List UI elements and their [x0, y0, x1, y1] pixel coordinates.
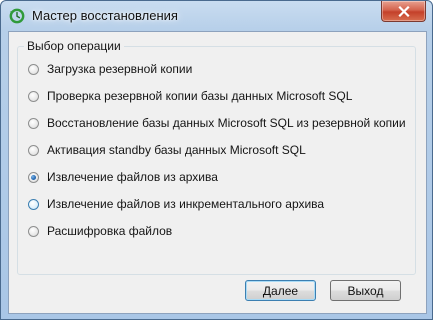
radio-button[interactable]	[28, 225, 39, 237]
option-activate-standby[interactable]: Активация standby базы данных Microsoft …	[28, 141, 306, 159]
option-load-backup[interactable]: Загрузка резервной копии	[28, 60, 192, 78]
option-label: Восстановление базы данных Microsoft SQL…	[47, 116, 406, 130]
radio-button[interactable]	[28, 198, 39, 210]
radio-button-selected[interactable]	[28, 171, 39, 183]
next-button[interactable]: Далее	[245, 280, 316, 301]
close-button[interactable]	[381, 1, 426, 22]
option-label: Загрузка резервной копии	[47, 62, 193, 76]
radio-button[interactable]	[28, 144, 39, 156]
radio-button[interactable]	[28, 117, 39, 129]
option-label: Проверка резервной копии базы данных Mic…	[47, 89, 353, 103]
window-title: Мастер восстановления	[32, 8, 178, 23]
radio-button[interactable]	[28, 63, 39, 75]
option-extract-files[interactable]: Извлечение файлов из архива	[28, 168, 218, 186]
option-verify-sql-backup[interactable]: Проверка резервной копии базы данных Mic…	[28, 87, 352, 105]
restore-wizard-icon	[8, 7, 26, 25]
restore-wizard-window: Мастер восстановления Выбор операции Заг…	[0, 0, 433, 320]
operation-group: Выбор операции Загрузка резервной копии …	[17, 39, 416, 275]
option-label: Извлечение файлов из инкрементального ар…	[47, 197, 325, 211]
option-label: Извлечение файлов из архива	[47, 170, 218, 184]
group-title: Выбор операции	[24, 39, 124, 53]
option-decrypt-files[interactable]: Расшифровка файлов	[28, 222, 172, 240]
radio-button[interactable]	[28, 90, 39, 102]
option-label: Расшифровка файлов	[47, 224, 173, 238]
close-icon	[397, 5, 410, 17]
dialog-client-area: Выбор операции Загрузка резервной копии …	[8, 31, 427, 314]
option-label: Активация standby базы данных Microsoft …	[47, 143, 306, 157]
title-bar[interactable]: Мастер восстановления	[1, 1, 432, 31]
option-restore-sql-database[interactable]: Восстановление базы данных Microsoft SQL…	[28, 114, 406, 132]
exit-button[interactable]: Выход	[330, 280, 401, 301]
option-extract-incremental[interactable]: Извлечение файлов из инкрементального ар…	[28, 195, 324, 213]
